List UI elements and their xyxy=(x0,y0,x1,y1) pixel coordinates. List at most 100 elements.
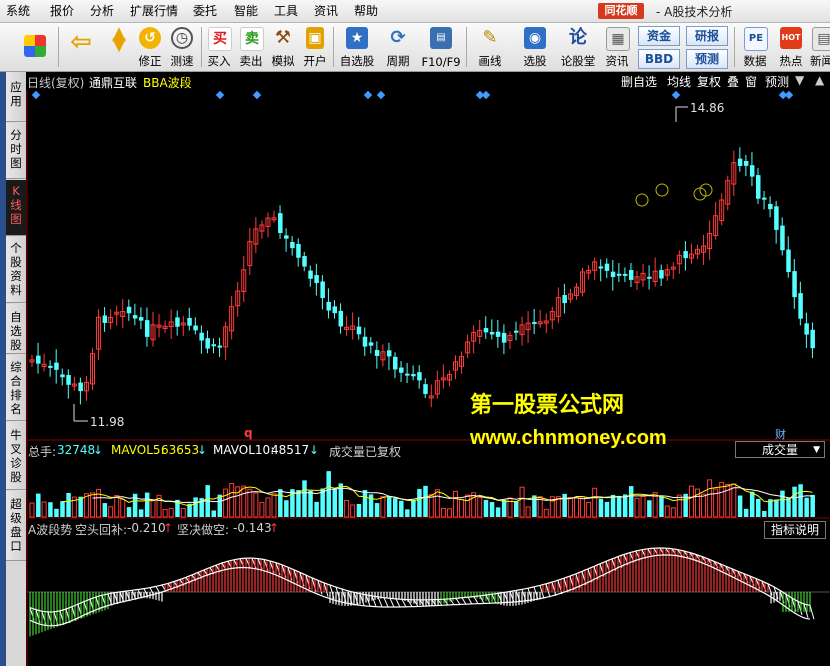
candle-body xyxy=(187,317,192,326)
candle-body xyxy=(514,330,519,333)
volume-bar xyxy=(659,496,664,517)
candle-body xyxy=(211,344,216,347)
volume-bar xyxy=(41,501,47,518)
volume-bar xyxy=(477,497,483,518)
indicator-panel-header: A波段势 空头回补: -0.210 ↑ 坚决做空: -0.143 ↑ xyxy=(27,521,830,537)
kline-chart[interactable] xyxy=(0,0,830,666)
volume-bar xyxy=(193,497,198,517)
volume-bar xyxy=(598,499,604,517)
volume-bar xyxy=(284,500,289,517)
volume-bar xyxy=(278,489,283,517)
volume-bar xyxy=(229,483,235,518)
candle-body xyxy=(743,161,749,166)
price-panel-bg xyxy=(27,90,830,440)
volume-bar xyxy=(211,510,216,517)
volume-bar xyxy=(138,509,144,517)
candle-body xyxy=(175,317,180,327)
chart-grid xyxy=(26,90,830,666)
volume-status: 成交量已复权 xyxy=(329,445,402,459)
volume-bar xyxy=(120,498,126,518)
mavol5-value: 63653 xyxy=(161,443,200,457)
candle-body xyxy=(356,326,362,335)
candle-body xyxy=(48,365,53,368)
candle-body xyxy=(284,235,289,239)
indicator-hatch xyxy=(383,597,389,608)
candle-body xyxy=(66,375,71,385)
volume-bar xyxy=(144,492,150,517)
candle-body xyxy=(489,331,495,335)
volume-bar xyxy=(676,494,682,518)
candle-body xyxy=(798,293,803,319)
candle-body xyxy=(314,275,319,284)
indicator-hatch xyxy=(461,597,467,605)
volume-bar xyxy=(586,501,592,518)
volume-bar xyxy=(446,508,452,518)
volume-bar xyxy=(664,505,670,518)
volume-bar xyxy=(344,499,350,518)
indicator-hatch xyxy=(395,598,401,608)
volume-bar xyxy=(731,483,737,518)
q-marker: q xyxy=(244,426,253,440)
volume-bar xyxy=(132,493,138,517)
candle-body xyxy=(768,203,773,210)
volume-bar xyxy=(108,506,114,518)
cai-marker: 财 xyxy=(775,428,786,441)
volume-bar xyxy=(350,504,356,518)
volume-bar xyxy=(54,508,59,517)
candle-body xyxy=(737,158,743,166)
candle-body xyxy=(60,374,65,378)
candle-body xyxy=(36,355,41,364)
volume-bar xyxy=(459,499,465,518)
candle-body xyxy=(138,317,144,321)
volume-bar xyxy=(440,507,446,518)
candle-body xyxy=(604,263,610,271)
volume-bar xyxy=(60,501,65,517)
volume-bar xyxy=(707,479,713,518)
down-arrow-icon: ↓ xyxy=(197,443,208,457)
candle-body xyxy=(786,249,791,272)
volume-bar xyxy=(628,486,634,517)
volume-bar xyxy=(762,510,767,517)
volume-bar xyxy=(810,494,815,517)
volume-dropdown[interactable]: 成交量 ▼ xyxy=(735,441,825,458)
candle-body xyxy=(374,349,380,356)
candle-body xyxy=(683,251,688,259)
candle-body xyxy=(132,315,138,319)
volume-bar xyxy=(465,494,471,518)
volume-bar xyxy=(737,495,743,517)
volume-bar xyxy=(543,508,549,518)
candle-body xyxy=(810,329,815,349)
candle-body xyxy=(308,270,313,279)
volume-bar xyxy=(168,507,174,518)
volume-bar xyxy=(471,492,477,518)
volume-bar xyxy=(296,490,301,517)
watermark-title: 第一股票公式网 xyxy=(470,393,625,418)
high-price-label: 14.86 xyxy=(690,101,725,115)
volume-bar xyxy=(393,498,398,517)
volume-bar xyxy=(308,490,313,517)
candle-body xyxy=(368,342,374,346)
candle-body xyxy=(483,328,489,333)
up-arrow-icon: ↑ xyxy=(269,521,280,535)
volume-bar xyxy=(362,490,368,517)
volume-bar xyxy=(719,481,725,518)
volume-bar xyxy=(411,499,416,517)
indicator-help-button[interactable]: 指标说明 xyxy=(764,521,826,539)
volume-bar xyxy=(610,494,616,517)
candle-body xyxy=(144,320,150,337)
volume-bar xyxy=(774,499,779,517)
candle-body xyxy=(501,332,507,343)
volume-bar xyxy=(592,487,598,518)
volume-bar xyxy=(634,497,640,518)
candle-body xyxy=(320,281,325,299)
candle-body xyxy=(205,338,210,349)
candle-body xyxy=(495,331,501,337)
volume-bar xyxy=(489,502,495,517)
volume-bar xyxy=(326,471,331,517)
indicator-title: A波段势 xyxy=(28,523,73,537)
candle-body xyxy=(54,362,59,370)
candle-body xyxy=(562,295,567,304)
volume-bar xyxy=(90,492,95,518)
candle-body xyxy=(332,306,337,314)
candle-body xyxy=(393,356,398,370)
